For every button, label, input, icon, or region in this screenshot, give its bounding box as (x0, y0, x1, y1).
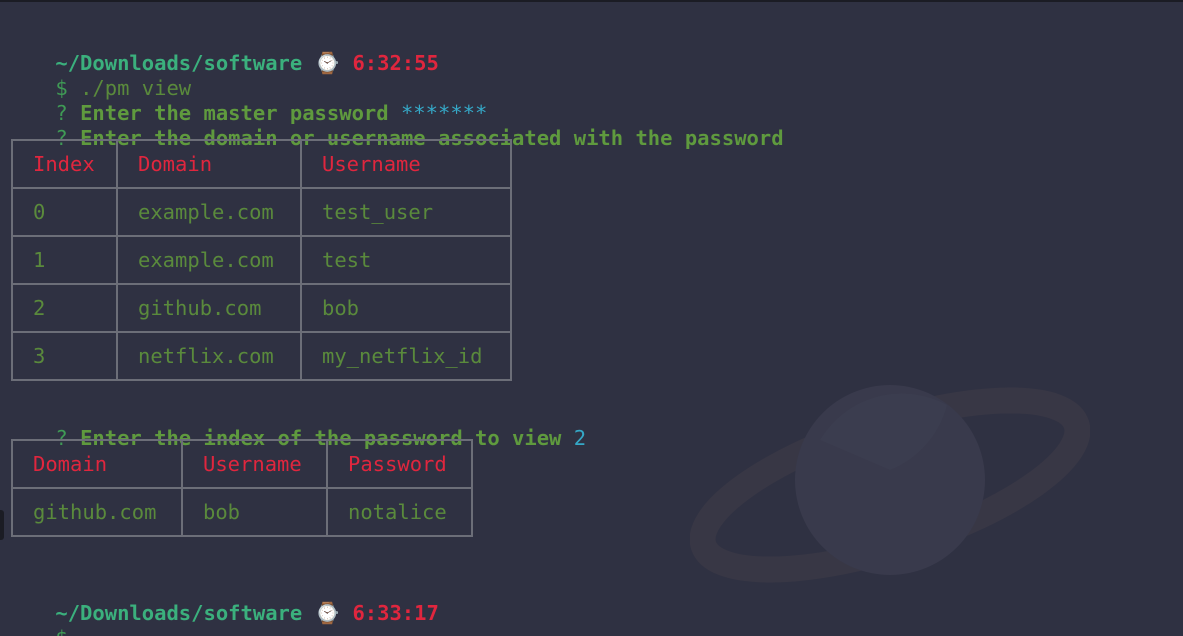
index-prompt-value: 2 (573, 426, 587, 450)
cell-index: 1 (11, 235, 118, 285)
table-row: 1 example.com test (11, 235, 512, 285)
column-header-domain: Domain (11, 439, 183, 489)
cell-index: 3 (11, 331, 118, 381)
domain-prompt: ? Enter the domain or username associate… (6, 101, 783, 150)
text-cursor[interactable]: _ (80, 626, 92, 636)
cell-username: bob (181, 487, 328, 537)
table-row: 0 example.com test_user (11, 187, 512, 237)
cell-username: bob (300, 283, 512, 333)
watch-icon: ⌚ (314, 51, 341, 75)
column-header-index: Index (11, 139, 118, 189)
input-line[interactable]: $ _ (6, 601, 92, 636)
table-header-row: Index Domain Username (11, 139, 512, 189)
cell-password: notalice (326, 487, 473, 537)
cell-username: test (300, 235, 512, 285)
cell-username: my_netflix_id (300, 331, 512, 381)
cell-index: 2 (11, 283, 118, 333)
cell-domain: github.com (116, 283, 302, 333)
planet-wallpaper-icon (690, 385, 1090, 583)
window-top-border (0, 0, 1183, 2)
cell-username: test_user (300, 187, 512, 237)
master-password-prompt: ? Enter the master password ******* (6, 76, 487, 125)
cell-domain: example.com (116, 235, 302, 285)
table-row: 3 netflix.com my_netflix_id (11, 331, 512, 381)
results-table: Index Domain Username 0 example.com test… (11, 139, 512, 381)
cell-domain: github.com (11, 487, 183, 537)
cell-domain: netflix.com (116, 331, 302, 381)
prompt-time: 6:32:55 (352, 51, 439, 75)
prompt-line-1: ~/Downloads/software ⌚ 6:32:55 (6, 26, 438, 75)
command-line: $ ./pm view (6, 51, 191, 100)
column-header-username: Username (300, 139, 512, 189)
terminal-window[interactable]: ~/Downloads/software ⌚ 6:32:55 $ ./pm vi… (0, 0, 1183, 636)
index-prompt: ? Enter the index of the password to vie… (6, 401, 586, 450)
table-header-row: Domain Username Password (11, 439, 473, 489)
window-edge-handle (0, 510, 4, 540)
cell-index: 0 (11, 187, 118, 237)
prompt-time: 6:33:17 (352, 601, 439, 625)
shell-prompt-symbol: $ (55, 626, 67, 636)
prompt-line-2: ~/Downloads/software ⌚ 6:33:17 (6, 576, 438, 625)
table-row: github.com bob notalice (11, 487, 473, 537)
column-header-domain: Domain (116, 139, 302, 189)
column-header-username: Username (181, 439, 328, 489)
cell-domain: example.com (116, 187, 302, 237)
watch-icon: ⌚ (314, 601, 341, 625)
table-row: 2 github.com bob (11, 283, 512, 333)
password-table: Domain Username Password github.com bob … (11, 439, 473, 537)
column-header-password: Password (326, 439, 473, 489)
